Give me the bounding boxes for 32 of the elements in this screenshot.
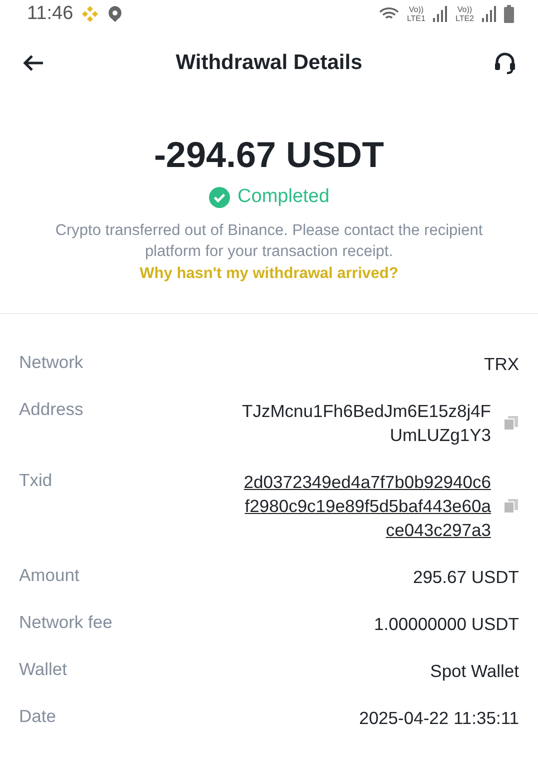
withdrawal-amount: -294.67 USDT [154,134,384,176]
volte-label: Vo)) [408,5,424,14]
detail-label: Amount [19,565,80,586]
detail-value: Spot Wallet [430,660,519,683]
signal-icon [433,6,448,22]
txid-link[interactable]: ce043c297a3 [386,518,491,542]
network-label: LTE2 [455,14,474,23]
txid-link[interactable]: 2d0372349ed4a7f7b0b92940c6 [244,470,491,494]
detail-label: Address [19,399,84,420]
status-time: 11:46 [27,3,74,25]
network-label: LTE1 [406,14,426,23]
page-title: Withdrawal Details [174,51,364,75]
diamond-logo-icon [81,5,100,23]
detail-label: Network fee [19,612,112,633]
detail-label: Txid [19,470,52,491]
detail-label: Network [19,352,84,373]
detail-label: Date [19,706,56,727]
detail-value: TJzMcnu1Fh6BedJm6E15z8j4F [242,400,491,423]
detail-value: 295.67 USDT [412,566,519,589]
detail-value: UmLUZg1Y3 [390,424,491,447]
detail-value: 2025-04-22 11:35:11 [359,707,519,730]
headset-button[interactable] [492,50,518,76]
signal-icon [482,6,496,22]
detail-value: TRX [484,353,519,376]
txid-link[interactable]: f2980c9c19e89f5d5baf443e60a [244,494,491,518]
check-circle-icon [208,186,230,208]
info-note: Crypto transferred out of Binance. Please contact the recipient platform for your transaction receipt. [54,221,484,262]
detail-label: Wallet [19,659,67,680]
battery-icon [504,5,514,23]
status-label: Completed [238,186,330,208]
volte-label: Vo)) [457,5,472,14]
detail-value: 1.00000000 USDT [374,613,519,636]
